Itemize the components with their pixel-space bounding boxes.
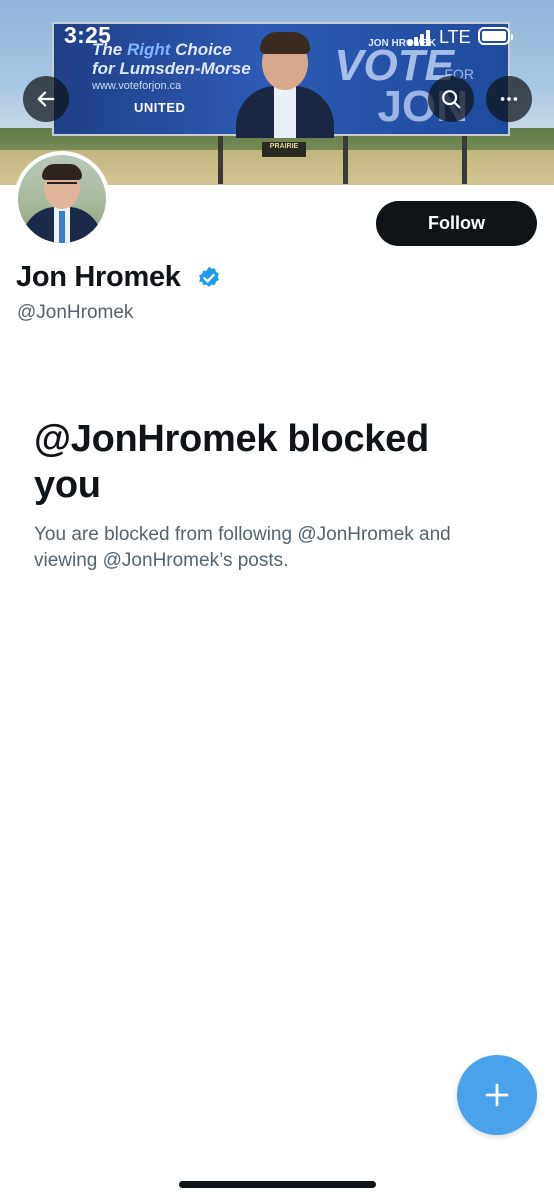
search-button[interactable] [428,76,474,122]
signal-icon [408,30,430,46]
plus-icon [485,1083,509,1107]
billboard-post [343,136,348,184]
party-logo: UNITED [134,100,186,115]
status-time: 3:25 [64,22,112,48]
avatar[interactable] [14,151,110,247]
billboard-post [218,136,223,184]
billboard-url: www.voteforjon.ca [92,80,182,92]
verified-badge-icon [199,266,219,287]
more-horizontal-icon [500,97,518,101]
profile-handle: @JonHromek [17,302,134,323]
prairie-sign: PRAIRIE [262,142,306,157]
battery-icon [478,27,513,45]
arrow-left-icon [37,91,55,107]
billboard-slogan: The Right Choice for Lumsden-Morse [92,40,251,78]
follow-button[interactable]: Follow [376,201,537,246]
more-button[interactable] [486,76,532,122]
blocked-title: @JonHromek blocked you [34,418,429,506]
back-button[interactable] [23,76,69,122]
billboard-portrait [230,28,340,138]
blocked-description: You are blocked from following @JonHrome… [34,524,451,571]
home-indicator[interactable] [179,1181,376,1188]
compose-button[interactable] [457,1055,537,1135]
avatar-photo [18,155,106,243]
search-icon [442,90,461,109]
network-label: LTE [439,27,471,47]
billboard-post [462,136,467,184]
display-name: Jon Hromek [16,261,181,293]
